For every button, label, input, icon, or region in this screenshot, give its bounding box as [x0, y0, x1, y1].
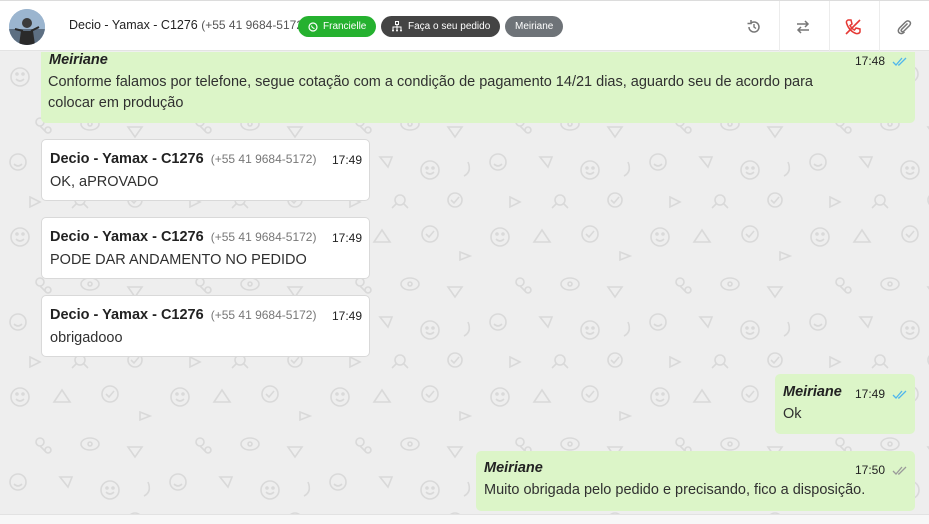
end-call-icon[interactable]: [840, 14, 866, 40]
chat-header: Decio - Yamax - C1276 (+55 41 9684-5172)…: [0, 0, 929, 52]
outgoing-message[interactable]: Meiriane 17:50 Muito obrigada pelo pedid…: [476, 451, 915, 511]
assignee-label: Meiriane: [515, 21, 554, 32]
message-author: Decio - Yamax - C1276: [50, 307, 204, 323]
message-author-phone: (+55 41 9684-5172): [210, 308, 317, 322]
message-header: Decio - Yamax - C1276 (+55 41 9684-5172): [50, 151, 316, 167]
assignee-tag[interactable]: Meiriane: [505, 16, 564, 37]
contact-phone: (+55 41 9684-5172): [201, 18, 307, 32]
message-time: 17:50: [855, 463, 886, 477]
composer-bar[interactable]: [0, 514, 929, 524]
message-list[interactable]: Meiriane 17:48 Conforme falamos por tele…: [0, 52, 929, 514]
message-text: Ok: [783, 406, 802, 422]
message-author-phone: (+55 41 9684-5172): [210, 230, 317, 244]
whatsapp-icon: [308, 21, 318, 32]
contact-name: Decio - Yamax - C1276: [69, 18, 198, 32]
message-header: Decio - Yamax - C1276 (+55 41 9684-5172): [50, 307, 316, 323]
outgoing-message[interactable]: Meiriane 17:49 Ok: [775, 374, 915, 434]
message-author: Meiriane: [49, 52, 108, 68]
flow-icon: [392, 21, 402, 32]
contact-title: Decio - Yamax - C1276 (+55 41 9684-5172): [69, 18, 307, 32]
message-author: Decio - Yamax - C1276: [50, 229, 204, 245]
incoming-message[interactable]: Decio - Yamax - C1276 (+55 41 9684-5172)…: [41, 295, 370, 357]
message-author: Meiriane: [783, 384, 842, 400]
message-time: 17:49: [332, 309, 363, 323]
message-time: 17:49: [332, 153, 363, 167]
message-text: Muito obrigada pelo pedido e precisando,…: [484, 482, 866, 498]
incoming-message[interactable]: Decio - Yamax - C1276 (+55 41 9684-5172)…: [41, 139, 370, 201]
whatsapp-agent-label: Francielle: [323, 21, 367, 32]
message-author: Meiriane: [484, 460, 543, 476]
message-text: PODE DAR ANDAMENTO NO PEDIDO: [50, 252, 307, 268]
message-text: Conforme falamos por telefone, segue cot…: [48, 74, 813, 90]
outgoing-message[interactable]: Meiriane 17:48 Conforme falamos por tele…: [41, 52, 915, 123]
transfer-icon[interactable]: [790, 14, 816, 40]
message-text: OK, aPROVADO: [50, 174, 159, 190]
message-header: Decio - Yamax - C1276 (+55 41 9684-5172): [50, 229, 316, 245]
attachment-icon[interactable]: [891, 14, 917, 40]
history-icon[interactable]: [741, 14, 767, 40]
read-ticks-icon: [892, 390, 907, 399]
message-time: 17:49: [332, 231, 363, 245]
read-ticks-icon: [892, 57, 907, 66]
delivered-ticks-icon: [892, 466, 907, 475]
message-text: obrigadooo: [50, 330, 123, 346]
message-author-phone: (+55 41 9684-5172): [210, 152, 317, 166]
message-time: 17:48: [855, 54, 886, 68]
message-text: colocar em produção: [48, 95, 184, 111]
order-flow-label: Faça o seu pedido: [408, 21, 491, 32]
message-time: 17:49: [855, 387, 886, 401]
incoming-message[interactable]: Decio - Yamax - C1276 (+55 41 9684-5172)…: [41, 217, 370, 279]
whatsapp-agent-tag[interactable]: Francielle: [298, 16, 377, 37]
contact-avatar[interactable]: [9, 9, 45, 45]
order-flow-tag[interactable]: Faça o seu pedido: [381, 16, 501, 37]
message-author: Decio - Yamax - C1276: [50, 151, 204, 167]
